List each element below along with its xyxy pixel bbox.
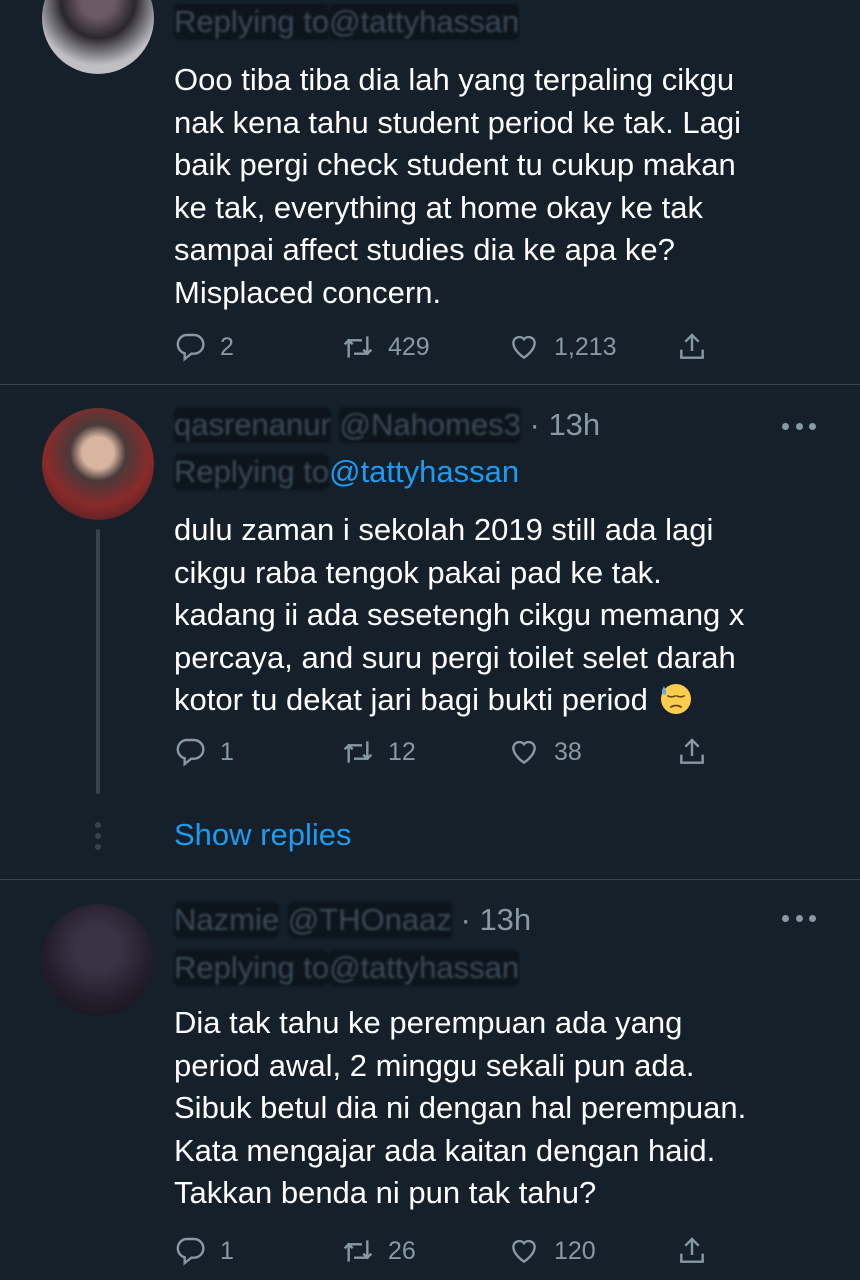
tweet-text: Ooo tiba tiba dia lah yang terpaling cik…	[174, 62, 742, 310]
reply-prefix: Replying to	[174, 4, 330, 40]
thread-line	[96, 529, 100, 794]
like-button[interactable]: 38	[508, 732, 582, 772]
tweet-actions: 1 12 38	[174, 732, 734, 772]
retweet-icon	[343, 336, 373, 358]
reply-button[interactable]: 1	[174, 1231, 234, 1271]
reply-button[interactable]: 2	[174, 327, 234, 367]
tweet-header: Nazmie @THOnaaz · 13h	[174, 902, 531, 938]
show-replies-link[interactable]: Show replies	[174, 817, 351, 853]
reply-icon	[176, 1237, 205, 1266]
reply-prefix: Replying to	[174, 950, 330, 986]
user-handle[interactable]: @THOnaaz	[287, 902, 452, 938]
retweet-button[interactable]: 12	[342, 732, 416, 772]
reply-count: 2	[220, 332, 234, 361]
more-options-button[interactable]	[782, 421, 816, 431]
more-icon	[782, 914, 789, 922]
avatar[interactable]	[42, 904, 154, 1016]
more-icon	[782, 422, 789, 430]
retweet-icon	[343, 1240, 373, 1262]
reply-mention[interactable]: @tattyhassan	[329, 4, 520, 40]
like-button[interactable]: 1,213	[508, 327, 617, 367]
tweet-text: Dia tak tahu ke perempuan ada yang perio…	[174, 1005, 747, 1210]
retweet-count: 429	[388, 332, 430, 361]
reply-context: Replying to @tattyhassan	[174, 4, 520, 40]
display-name[interactable]: Nazmie	[174, 902, 280, 938]
tweet-3[interactable]: Nazmie @THOnaaz · 13h Replying to @tatty…	[0, 880, 860, 1280]
timestamp[interactable]: 13h	[479, 902, 531, 937]
reply-count: 1	[220, 1236, 234, 1265]
retweet-button[interactable]: 429	[342, 327, 430, 367]
downcast-face-with-sweat-emoji	[660, 684, 691, 714]
reply-mention[interactable]: @tattyhassan	[329, 950, 520, 986]
reply-prefix: Replying to	[174, 454, 330, 490]
reply-context: Replying to @tattyhassan	[174, 950, 520, 986]
tweet-actions: 1 26 120	[174, 1231, 734, 1271]
tweet-text: dulu zaman i sekolah 2019 still ada lagi…	[174, 509, 824, 722]
share-icon	[680, 1237, 704, 1263]
reply-button[interactable]: 1	[174, 732, 234, 772]
like-count: 1,213	[554, 332, 617, 361]
share-button[interactable]	[676, 327, 708, 367]
share-icon	[680, 738, 704, 764]
tweet-header: qasrenanur @Nahomes3 · 13h	[174, 407, 600, 443]
reply-icon	[176, 333, 205, 362]
retweet-button[interactable]: 26	[342, 1231, 416, 1271]
share-button[interactable]	[676, 1231, 708, 1271]
more-options-button[interactable]	[782, 913, 816, 923]
tweet-actions: 2 429 1,213	[174, 327, 734, 367]
like-button[interactable]: 120	[508, 1231, 596, 1271]
tweet-2[interactable]: qasrenanur @Nahomes3 · 13h Replying to @…	[0, 385, 860, 877]
retweet-icon	[343, 741, 373, 763]
avatar[interactable]	[42, 0, 154, 74]
retweet-count: 12	[388, 737, 416, 766]
reply-context: Replying to @tattyhassan	[174, 454, 519, 490]
reply-icon	[176, 738, 205, 767]
avatar[interactable]	[42, 408, 154, 520]
user-handle[interactable]: @Nahomes3	[339, 407, 521, 443]
separator-dot: ·	[460, 902, 471, 937]
timestamp[interactable]: 13h	[548, 407, 600, 442]
retweet-count: 26	[388, 1236, 416, 1265]
thread-ellipsis	[95, 822, 101, 850]
like-count: 38	[554, 737, 582, 766]
like-icon	[512, 740, 536, 765]
tweet-1[interactable]: Replying to @tattyhassan Ooo tiba tiba d…	[0, 0, 860, 384]
like-count: 120	[554, 1236, 596, 1265]
separator-dot: ·	[529, 407, 540, 442]
share-button[interactable]	[676, 732, 708, 772]
like-icon	[512, 1239, 536, 1264]
reply-mention[interactable]: @tattyhassan	[329, 454, 519, 489]
display-name[interactable]: qasrenanur	[174, 407, 331, 443]
reply-count: 1	[220, 737, 234, 766]
share-icon	[680, 333, 704, 359]
like-icon	[512, 335, 536, 360]
